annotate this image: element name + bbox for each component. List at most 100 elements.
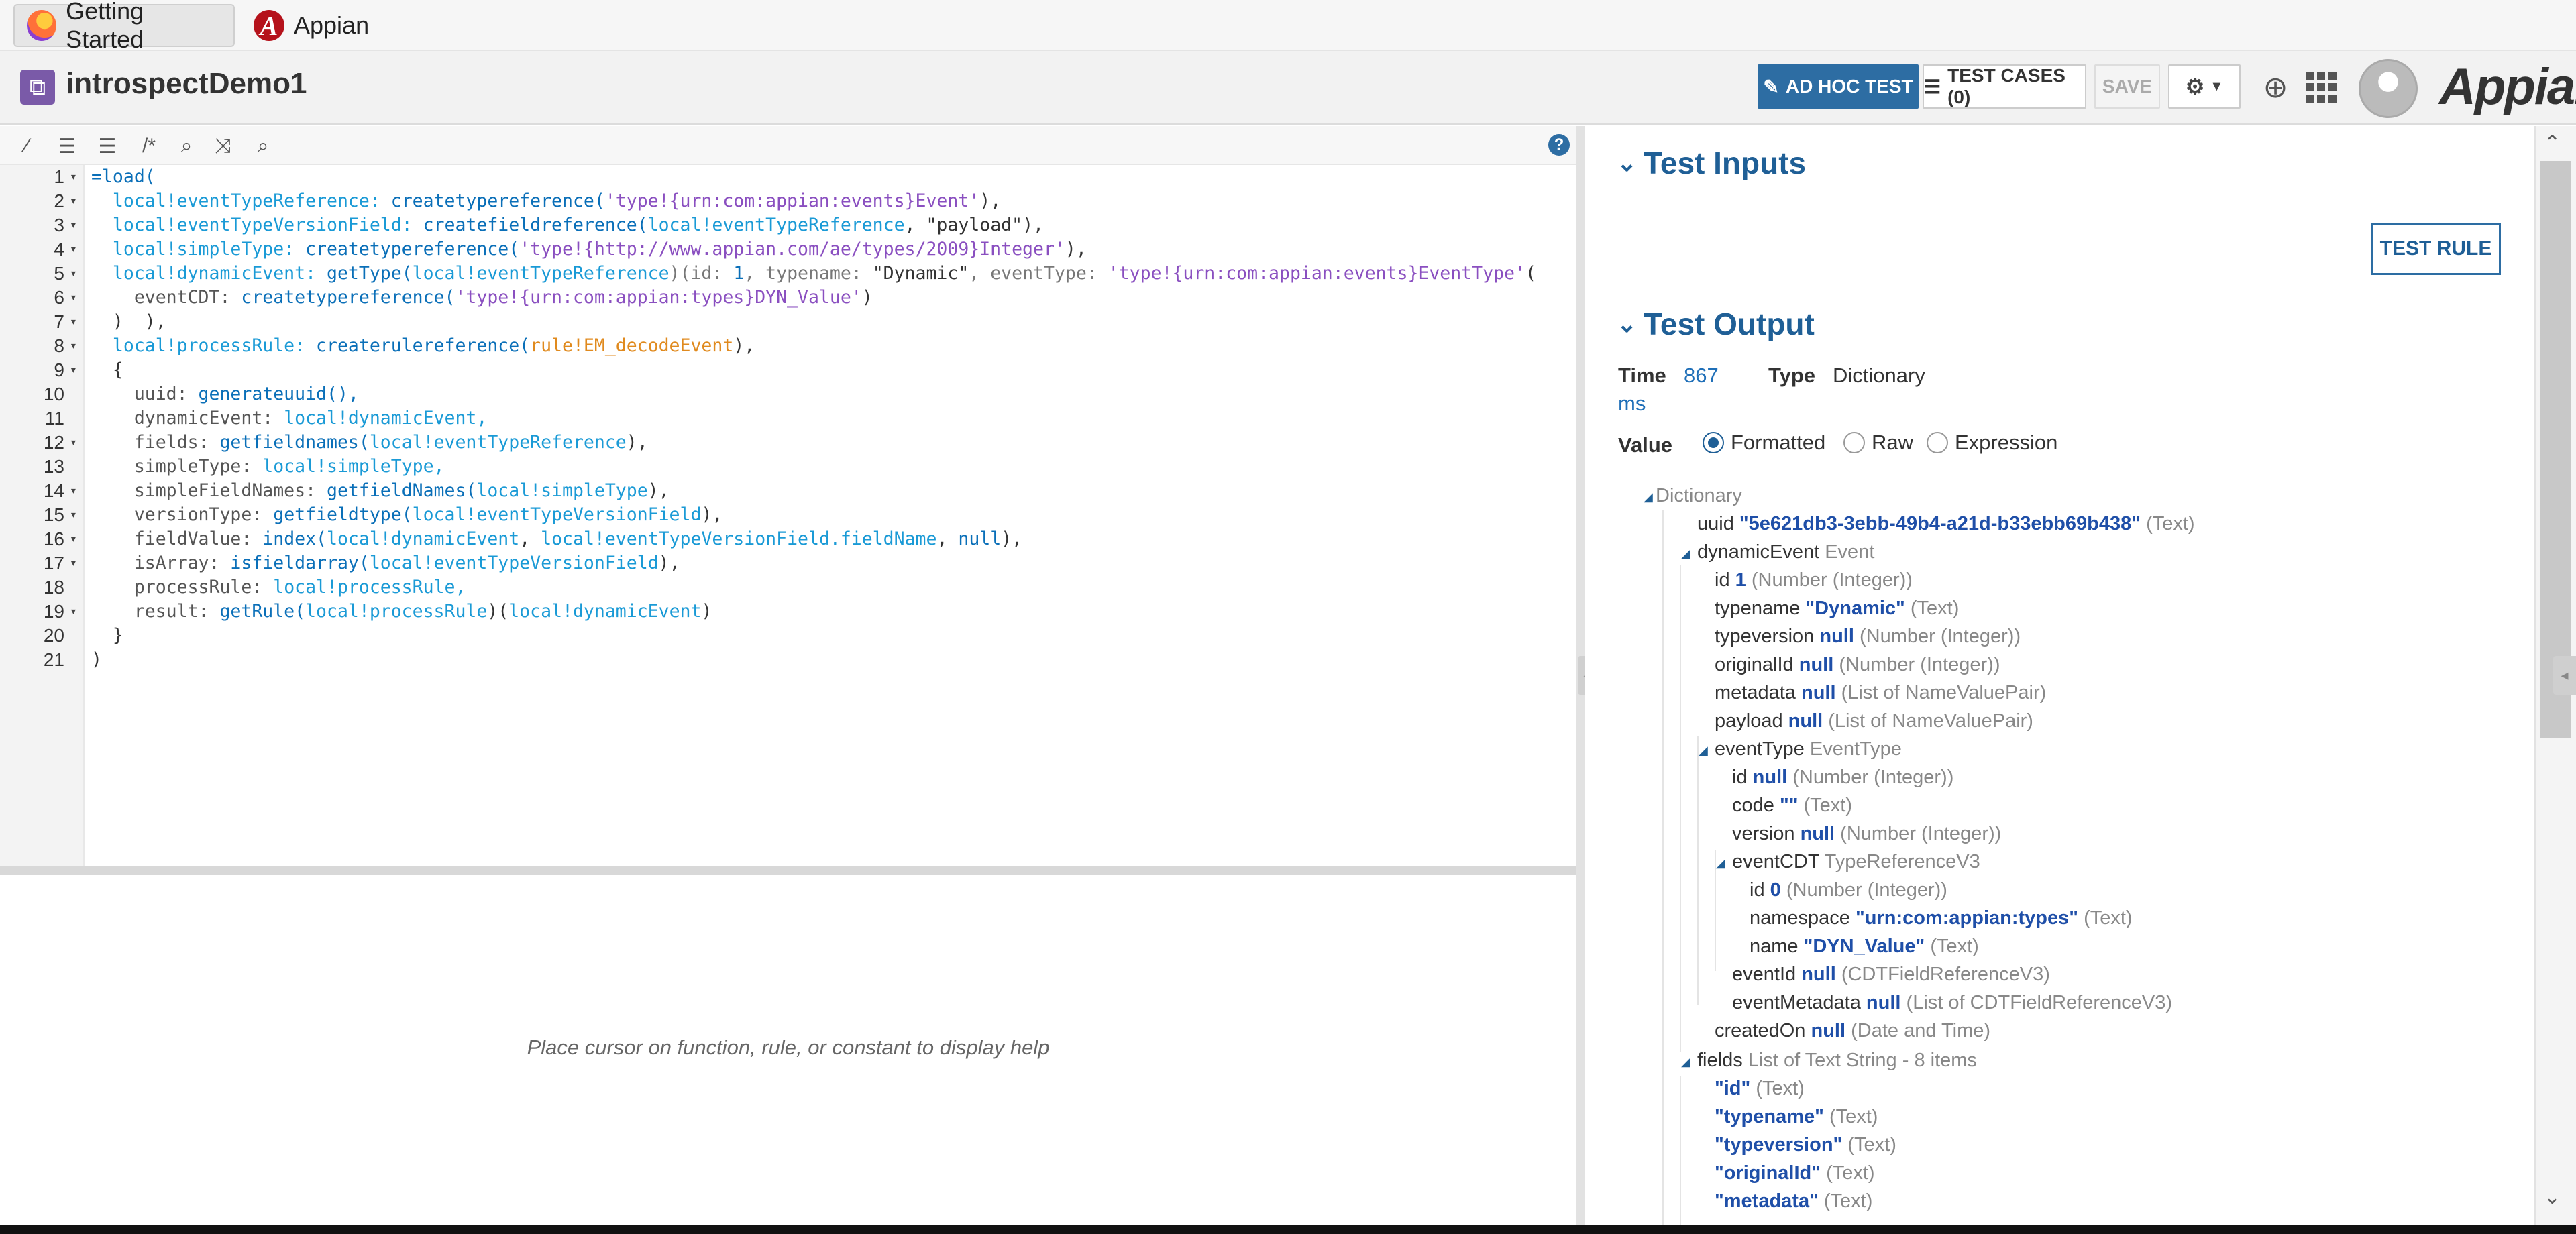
code-token: ), bbox=[626, 432, 648, 453]
app-grid-icon[interactable] bbox=[2304, 70, 2339, 105]
editor-help-splitter[interactable] bbox=[0, 866, 1576, 875]
tree-node: "id" (Text) bbox=[1715, 1078, 1805, 1099]
code-token: local!eventTypeVersionField.fieldName bbox=[541, 528, 937, 549]
code-line[interactable]: isArray: isfieldarray(local!eventTypeVer… bbox=[0, 551, 1576, 575]
code-line[interactable]: local!eventTypeReference: createtyperefe… bbox=[0, 189, 1576, 213]
help-icon[interactable]: ? bbox=[1548, 134, 1570, 156]
collapse-right-handle[interactable]: ◂ bbox=[2553, 656, 2576, 695]
radio-formatted[interactable]: Formatted bbox=[1703, 431, 1825, 455]
chevron-down-icon: ⌄ bbox=[1617, 310, 1638, 337]
code-line[interactable]: local!processRule: createrulereference(r… bbox=[0, 334, 1576, 358]
type-value: Dictionary bbox=[1833, 363, 1925, 387]
code-line[interactable]: ) bbox=[0, 648, 1576, 672]
caret-down-icon: ▼ bbox=[2210, 78, 2224, 94]
code-token: "Dynamic" bbox=[872, 263, 969, 284]
test-cases-button[interactable]: ☰ TEST CASES (0) bbox=[1923, 64, 2086, 109]
value-label: Value bbox=[1618, 433, 1672, 457]
tree-node: typeversion null (Number (Integer)) bbox=[1715, 626, 2021, 647]
tree-node[interactable]: ◢ eventCDT TypeReferenceV3 bbox=[1716, 849, 1980, 875]
code-token: local!simpleType: bbox=[91, 239, 306, 260]
tree-node[interactable]: ◢ eventType EventType bbox=[1699, 736, 1902, 762]
ad-hoc-test-button[interactable]: ✎ AD HOC TEST bbox=[1758, 64, 1919, 109]
edit-icon: ✎ bbox=[1763, 76, 1779, 97]
scrollbar-thumb[interactable] bbox=[2540, 161, 2571, 738]
tree-node: id 0 (Number (Integer)) bbox=[1750, 879, 1947, 901]
code-token: , bbox=[519, 528, 541, 549]
code-line[interactable]: local!eventTypeVersionField: createfield… bbox=[0, 213, 1576, 237]
code-line[interactable]: fields: getfieldnames(local!eventTypeRef… bbox=[0, 431, 1576, 455]
test-output-header[interactable]: ⌄ Test Output bbox=[1617, 306, 1815, 342]
code-token: index( bbox=[262, 528, 327, 549]
save-button[interactable]: SAVE bbox=[2094, 64, 2160, 109]
tree-node[interactable]: ◢ Dictionary bbox=[1644, 483, 1742, 508]
code-token: 'type!{http://www.appian.com/ae/types/20… bbox=[519, 239, 1065, 260]
browser-tab-appian[interactable]: A Appian bbox=[241, 4, 381, 47]
search-globe-icon[interactable]: ⊕ bbox=[2258, 70, 2293, 105]
expression-editor[interactable]: 1 ▾ 2 ▾ 3 ▾ 4 ▾ 5 ▾ 6 ▾ 7 ▾ 8 ▾ 9 ▾ 10 11 12 ▾ 13 14 ▾ 15 ▾ 16 ▾ 17 ▾ 1… bbox=[0, 165, 1576, 866]
code-line[interactable]: result: getRule(local!processRule)(local… bbox=[0, 600, 1576, 624]
settings-dropdown-button[interactable]: ⚙ ▼ bbox=[2168, 64, 2241, 109]
code-line[interactable]: uuid: generateuuid(), bbox=[0, 382, 1576, 406]
outdent-icon[interactable]: ☰ bbox=[94, 133, 121, 160]
scroll-down-icon[interactable]: ⌄ bbox=[2544, 1186, 2561, 1209]
code-token: local!eventTypeReference bbox=[412, 263, 669, 284]
tree-node[interactable]: ◢ fields List of Text String - 8 items bbox=[1681, 1048, 1977, 1073]
test-inputs-header[interactable]: ⌄ Test Inputs bbox=[1617, 145, 1806, 181]
tree-node: uuid "5e621db3-3ebb-49b4-a21d-b33ebb69b4… bbox=[1697, 513, 2195, 535]
code-token: processRule: bbox=[91, 577, 274, 598]
tree-node: "typename" (Text) bbox=[1715, 1106, 1878, 1127]
tree-node: eventMetadata null (List of CDTFieldRefe… bbox=[1732, 992, 2173, 1013]
code-line[interactable]: processRule: local!processRule, bbox=[0, 575, 1576, 600]
code-line[interactable]: simpleFieldNames: getfieldNames(local!si… bbox=[0, 479, 1576, 503]
code-token: } bbox=[91, 625, 123, 646]
tree-node: version null (Number (Integer)) bbox=[1732, 823, 2002, 844]
magic-wand-icon[interactable]: ⁄ bbox=[13, 133, 40, 160]
tree-node[interactable]: ◢ dynamicEvent Event bbox=[1681, 539, 1874, 565]
code-line[interactable]: dynamicEvent: local!dynamicEvent, bbox=[0, 406, 1576, 431]
code-line[interactable]: ) ), bbox=[0, 310, 1576, 334]
indent-icon[interactable]: ☰ bbox=[54, 133, 80, 160]
user-avatar[interactable] bbox=[2359, 59, 2418, 118]
radio-label: Raw bbox=[1872, 431, 1914, 454]
radio-label: Expression bbox=[1955, 431, 2058, 454]
code-token: rule!EM_decodeEvent bbox=[530, 335, 734, 356]
code-token: , eventType: bbox=[969, 263, 1108, 284]
tree-node: payload null (List of NameValuePair) bbox=[1715, 710, 2033, 732]
code-token: { bbox=[91, 359, 123, 380]
appian-favicon-icon: A bbox=[254, 10, 284, 41]
code-token: local!dynamicEvent, bbox=[284, 408, 488, 429]
code-token: ), bbox=[733, 335, 755, 356]
code-line[interactable]: fieldValue: index(local!dynamicEvent, lo… bbox=[0, 527, 1576, 551]
code-token: simpleType: bbox=[91, 456, 263, 477]
code-token: ), bbox=[1065, 239, 1087, 260]
code-token: ) ), bbox=[91, 311, 166, 332]
radio-expression[interactable]: Expression bbox=[1927, 431, 2057, 455]
code-token: local!dynamicEvent bbox=[508, 601, 702, 622]
search-icon[interactable]: ⌕ bbox=[173, 133, 200, 160]
code-line[interactable]: } bbox=[0, 624, 1576, 648]
radio-raw[interactable]: Raw bbox=[1843, 431, 1913, 455]
code-token: isfieldarray( bbox=[230, 553, 370, 573]
browser-tab-getting-started[interactable]: Getting Started bbox=[13, 0, 235, 53]
code-line[interactable]: local!simpleType: createtypereference('t… bbox=[0, 237, 1576, 262]
test-inputs-title: Test Inputs bbox=[1644, 146, 1807, 180]
code-token: ( bbox=[1525, 263, 1536, 284]
code-token: )( bbox=[487, 601, 509, 622]
test-rule-button[interactable]: TEST RULE bbox=[2371, 223, 2501, 275]
find-replace-icon[interactable]: ⌕ bbox=[250, 133, 276, 160]
tree-node: "typeversion" (Text) bbox=[1715, 1134, 1896, 1156]
code-token: result: bbox=[91, 601, 220, 622]
scroll-up-icon[interactable]: ⌃ bbox=[2544, 131, 2561, 155]
code-line[interactable]: local!dynamicEvent: getType(local!eventT… bbox=[0, 262, 1576, 286]
code-line[interactable]: versionType: getfieldtype(local!eventTyp… bbox=[0, 503, 1576, 527]
tree-node: "metadata" (Text) bbox=[1715, 1190, 1873, 1212]
shuffle-icon[interactable]: ⤨ bbox=[209, 133, 236, 160]
code-line[interactable]: =load( bbox=[0, 165, 1576, 189]
code-line[interactable]: { bbox=[0, 358, 1576, 382]
code-token: createrulereference( bbox=[316, 335, 531, 356]
code-line[interactable]: simpleType: local!simpleType, bbox=[0, 455, 1576, 479]
comment-icon[interactable]: /* bbox=[136, 133, 162, 160]
code-line[interactable]: eventCDT: createtypereference('type!{urn… bbox=[0, 286, 1576, 310]
code-token: )(id: bbox=[669, 263, 734, 284]
code-token: getfieldtype( bbox=[273, 504, 413, 525]
